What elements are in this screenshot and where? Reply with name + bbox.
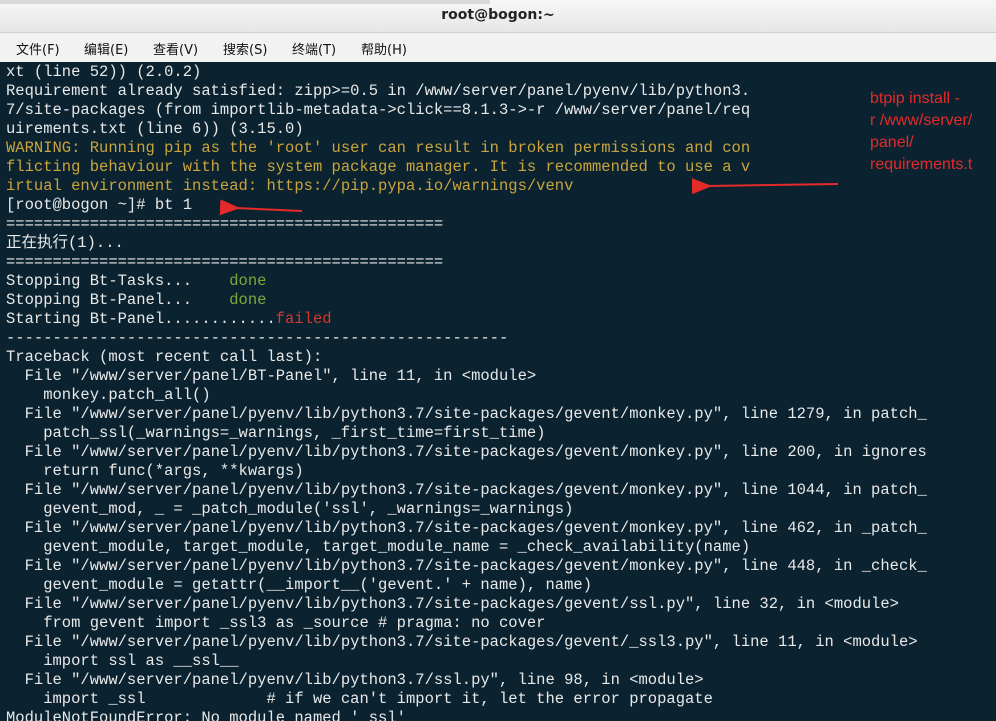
terminal-line: 7/site-packages (from importlib-metadata… xyxy=(6,101,751,119)
terminal-line: Requirement already satisfied: zipp>=0.5… xyxy=(6,82,751,100)
terminal-line: import ssl as __ssl__ xyxy=(6,652,239,670)
menu-view[interactable]: 查看(V) xyxy=(153,39,198,58)
terminal-segment: done xyxy=(229,291,267,309)
window-title: root@bogon:~ xyxy=(441,7,555,23)
terminal-line: flicting behaviour with the system packa… xyxy=(6,158,751,176)
terminal-line: [root@bogon ~]# bt 1 xyxy=(6,196,193,214)
menu-terminal[interactable]: 终端(T) xyxy=(292,39,336,58)
terminal-line: File "/www/server/panel/pyenv/lib/python… xyxy=(6,595,899,613)
terminal-segment: failed xyxy=(275,310,332,328)
terminal-line: uirements.txt (line 6)) (3.15.0) xyxy=(6,120,304,138)
terminal-line: gevent_module = getattr(__import__('geve… xyxy=(6,576,592,594)
terminal-line: File "/www/server/panel/pyenv/lib/python… xyxy=(6,633,918,651)
terminal-line: Starting Bt-Panel............failed xyxy=(6,310,332,329)
tab-strip-edge xyxy=(0,0,490,4)
terminal-segment: Stopping Bt-Panel... xyxy=(6,291,230,309)
terminal-line: File "/www/server/panel/BT-Panel", line … xyxy=(6,367,537,385)
terminal-line: monkey.patch_all() xyxy=(6,386,211,404)
menu-help[interactable]: 帮助(H) xyxy=(361,39,407,58)
terminal-line: File "/www/server/panel/pyenv/lib/python… xyxy=(6,405,927,423)
menu-file[interactable]: 文件(F) xyxy=(16,39,60,58)
terminal-line: patch_ssl(_warnings=_warnings, _first_ti… xyxy=(6,424,546,442)
terminal-line: gevent_module, target_module, target_mod… xyxy=(6,538,751,556)
annotation-line: panel/ xyxy=(870,134,914,151)
terminal-line: File "/www/server/panel/pyenv/lib/python… xyxy=(6,443,927,461)
terminal-segment: Starting Bt-Panel............ xyxy=(6,310,276,328)
terminal-line: File "/www/server/panel/pyenv/lib/python… xyxy=(6,671,704,689)
terminal-line: Stopping Bt-Tasks... done xyxy=(6,272,266,291)
menu-bar: 文件(F) 编辑(E) 查看(V) 搜索(S) 终端(T) 帮助(H) xyxy=(0,33,996,63)
menu-search[interactable]: 搜索(S) xyxy=(223,39,267,58)
terminal-line: from gevent import _ssl3 as _source # pr… xyxy=(6,614,546,632)
terminal-line: File "/www/server/panel/pyenv/lib/python… xyxy=(6,557,927,575)
terminal-line: File "/www/server/panel/pyenv/lib/python… xyxy=(6,481,927,499)
terminal-output[interactable]: xt (line 52)) (2.0.2) Requirement already… xyxy=(0,62,996,721)
terminal-segment: Stopping Bt-Tasks... xyxy=(6,272,230,290)
annotation-text: btpip install - r /www/server/ panel/ re… xyxy=(870,88,990,176)
annotation-line: requirements.t xyxy=(870,156,973,173)
terminal-line: Traceback (most recent call last): xyxy=(6,348,323,366)
terminal-line: irtual environment instead: https://pip.… xyxy=(6,177,574,195)
menu-edit[interactable]: 编辑(E) xyxy=(84,39,128,58)
terminal-segment: done xyxy=(229,272,267,290)
terminal-line: ========================================… xyxy=(6,253,444,271)
terminal-line: import _ssl # if we can't import it, let… xyxy=(6,690,713,708)
terminal-line: return func(*args, **kwargs) xyxy=(6,462,304,480)
terminal-line: gevent_mod, _ = _patch_module('ssl', _wa… xyxy=(6,500,574,518)
terminal-line: File "/www/server/panel/pyenv/lib/python… xyxy=(6,519,927,537)
terminal-line: Stopping Bt-Panel... done xyxy=(6,291,266,310)
title-bar: root@bogon:~ xyxy=(0,0,996,33)
terminal-line: WARNING: Running pip as the 'root' user … xyxy=(6,139,751,157)
terminal-line: ----------------------------------------… xyxy=(6,329,509,347)
terminal-line: xt (line 52)) (2.0.2) xyxy=(6,63,202,81)
terminal-line: ========================================… xyxy=(6,215,444,233)
annotation-line: r /www/server/ xyxy=(870,112,973,129)
annotation-line: btpip install - xyxy=(870,90,960,107)
terminal-line: ModuleNotFoundError: No module named '_s… xyxy=(6,709,406,721)
terminal-line: 正在执行(1)... xyxy=(6,234,124,252)
